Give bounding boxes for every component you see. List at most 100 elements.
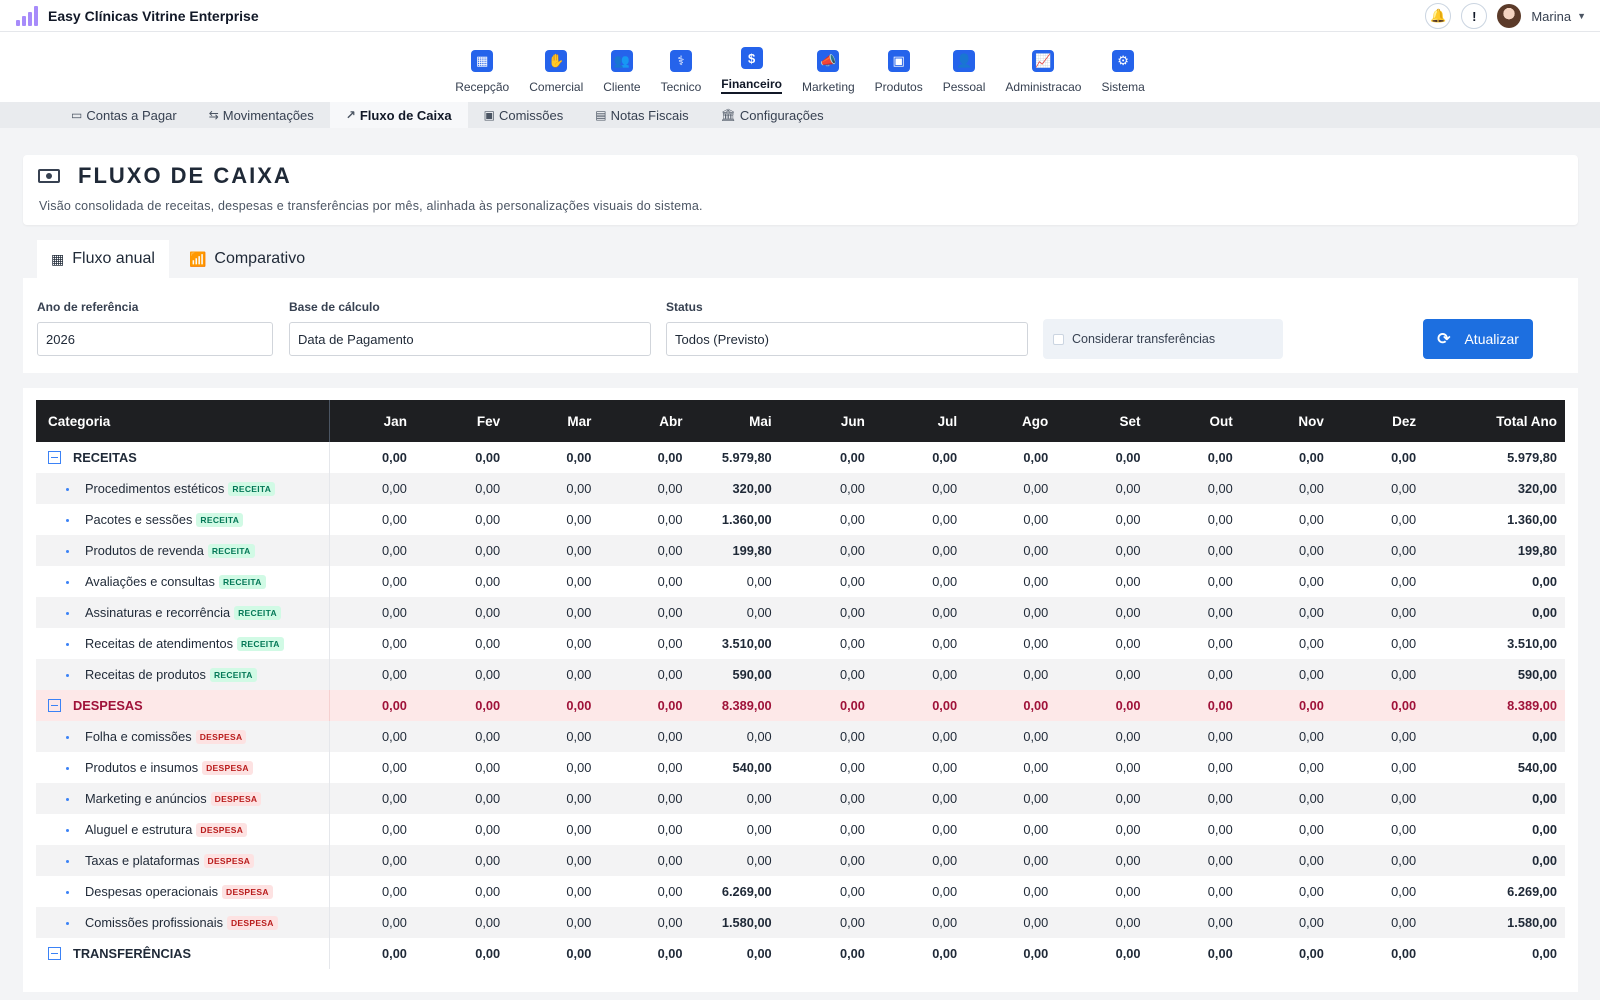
column-header-jun[interactable]: Jun: [780, 400, 873, 442]
category-cell: Comissões profissionais DESPESA: [36, 907, 331, 938]
value-cell: 0,00: [932, 667, 958, 682]
column-header-mar[interactable]: Mar: [508, 400, 599, 442]
column-header-dez[interactable]: Dez: [1332, 400, 1424, 442]
value-cell: 0,00: [1115, 946, 1141, 961]
table-row: Produtos de revenda RECEITA 0,00 0,00 0,00 0,…: [36, 535, 1565, 566]
subnav-item-notas[interactable]: ▤ Notas Fiscais: [579, 102, 704, 128]
update-button[interactable]: ⟳ Atualizar: [1423, 319, 1533, 359]
nav-item-comercial[interactable]: ✋ Comercial: [519, 32, 593, 102]
value-cell: 0,00: [746, 729, 772, 744]
category-label: Marketing e anúncios: [85, 790, 207, 806]
brand[interactable]: Easy Clínicas Vitrine Enterprise: [16, 5, 259, 26]
column-header-ago[interactable]: Ago: [965, 400, 1056, 442]
value-cell: 0,00: [1298, 667, 1324, 682]
value-cell: 0,00: [1391, 698, 1417, 713]
value-cell: 0,00: [1115, 450, 1141, 465]
nav-item-marketing[interactable]: 📣 Marketing: [792, 32, 865, 102]
value-cell: 0,00: [475, 512, 501, 527]
app-title: Easy Clínicas Vitrine Enterprise: [48, 7, 259, 24]
value-cell: 0,00: [839, 667, 865, 682]
subnav-item-config[interactable]: 🏛 Configurações: [705, 102, 840, 128]
nav-item-cliente[interactable]: 👥 Cliente: [593, 32, 650, 102]
value-cell: 0,00: [1207, 667, 1233, 682]
column-header-set[interactable]: Set: [1056, 400, 1148, 442]
category-label: Taxas e plataformas: [85, 852, 200, 868]
value-cell: 0,00: [1207, 946, 1233, 961]
type-badge: RECEITA: [228, 482, 276, 497]
table-row: Taxas e plataformas DESPESA 0,00 0,00 0,00 0,…: [36, 845, 1565, 876]
subnav-item-comissoes[interactable]: ▣ Comissões: [468, 102, 580, 128]
nav-item-label: Cliente: [603, 80, 641, 94]
value-cell: 0,00: [839, 760, 865, 775]
category-label: TRANSFERÊNCIAS: [73, 945, 192, 961]
value-cell: 0,00: [1023, 853, 1049, 868]
year-input[interactable]: 2026: [37, 322, 273, 356]
value-cell: 0,00: [566, 884, 592, 899]
column-header-categoria[interactable]: Categoria: [36, 400, 331, 442]
cash-icon: [38, 169, 60, 183]
collapse-icon[interactable]: [48, 699, 61, 713]
category-label: RECEITAS: [73, 449, 137, 465]
nav-item-recepcao[interactable]: ▦ Recepção: [445, 32, 519, 102]
transfers-toggle[interactable]: Considerar transferências: [1043, 319, 1283, 359]
value-cell: 0,00: [475, 884, 501, 899]
subnav-item-contas[interactable]: ▭ Contas a Pagar: [55, 102, 193, 128]
status-select[interactable]: Todos (Previsto): [666, 322, 1028, 356]
column-header-mai[interactable]: Mai: [691, 400, 780, 442]
user-name[interactable]: Marina: [1531, 9, 1571, 24]
collapse-icon[interactable]: [48, 947, 61, 961]
collapse-icon[interactable]: [48, 451, 61, 465]
nav-item-administracao[interactable]: 📈 Administracao: [995, 32, 1091, 102]
megaphone-icon: 📣: [817, 50, 840, 72]
value-cell: 0,00: [566, 512, 592, 527]
category-label: Aluguel e estrutura: [85, 821, 193, 837]
subnav-item-fluxo[interactable]: ↗ Fluxo de Caixa: [329, 102, 468, 128]
arrows-exchange-icon: ⇆: [208, 108, 219, 122]
cashflow-table-card: Categoria Jan Fev Mar Abr Mai Jun Jul Ago Set Out N…: [23, 388, 1578, 992]
page-header: FLUXO DE CAIXA Visão consolidada de rece…: [23, 155, 1578, 225]
reception-icon: ▦: [471, 50, 494, 72]
value-cell: 5.979,80: [721, 450, 772, 465]
category-cell: Receitas de atendimentos RECEITA: [36, 628, 331, 659]
category-label: Assinaturas e recorrência: [85, 604, 231, 620]
column-header-fev[interactable]: Fev: [415, 400, 508, 442]
tab-comparativo[interactable]: 📶 Comparativo: [175, 240, 319, 278]
value-cell: 0,00: [1298, 791, 1324, 806]
bell-icon[interactable]: 🔔: [1425, 3, 1452, 29]
column-header-nov[interactable]: Nov: [1241, 400, 1332, 442]
value-cell: 0,00: [475, 698, 501, 713]
nav-item-tecnico[interactable]: ⚕ Tecnico: [651, 32, 712, 102]
value-cell: 0,00: [1207, 512, 1233, 527]
subnav-item-label: Comissões: [498, 107, 564, 123]
column-header-abr[interactable]: Abr: [599, 400, 690, 442]
chevron-down-icon[interactable]: ▼: [1577, 11, 1586, 21]
column-header-jul[interactable]: Jul: [873, 400, 965, 442]
value-cell: 0,00: [1023, 574, 1049, 589]
value-cell: 0,00: [1391, 636, 1417, 651]
value-cell: 0,00: [1532, 853, 1557, 868]
base-select[interactable]: Data de Pagamento: [289, 322, 651, 356]
value-cell: 0,00: [932, 822, 958, 837]
column-header-jan[interactable]: Jan: [330, 400, 415, 442]
nav-item-label: Administracao: [1005, 80, 1082, 94]
value-cell: 0,00: [1298, 698, 1324, 713]
nav-item-pessoal[interactable]: 👤 Pessoal: [933, 32, 996, 102]
column-header-total-ano[interactable]: Total Ano: [1424, 400, 1565, 442]
nav-item-label: Comercial: [529, 80, 584, 94]
nav-item-produtos[interactable]: ▣ Produtos: [865, 32, 933, 102]
id-badge-icon: 👤: [953, 50, 976, 72]
alert-icon[interactable]: !: [1461, 3, 1488, 29]
tab-fluxo-anual[interactable]: ▦ Fluxo anual: [37, 240, 169, 278]
column-header-out[interactable]: Out: [1149, 400, 1241, 442]
value-cell: 3.510,00: [721, 636, 772, 651]
value-cell: 320,00: [1517, 481, 1557, 496]
avatar[interactable]: [1497, 4, 1522, 28]
category-cell: Avaliações e consultas RECEITA: [36, 566, 331, 597]
nav-item-sistema[interactable]: ⚙ Sistema: [1091, 32, 1154, 102]
subnav-item-movimentacoes[interactable]: ⇆ Movimentações: [193, 102, 330, 128]
category-cell: Produtos de revenda RECEITA: [36, 535, 331, 566]
nav-item-financeiro[interactable]: $ Financeiro: [711, 32, 792, 102]
value-cell: 0,00: [657, 822, 683, 837]
category-label: Comissões profissionais: [85, 914, 223, 930]
transfers-checkbox[interactable]: [1053, 333, 1064, 345]
